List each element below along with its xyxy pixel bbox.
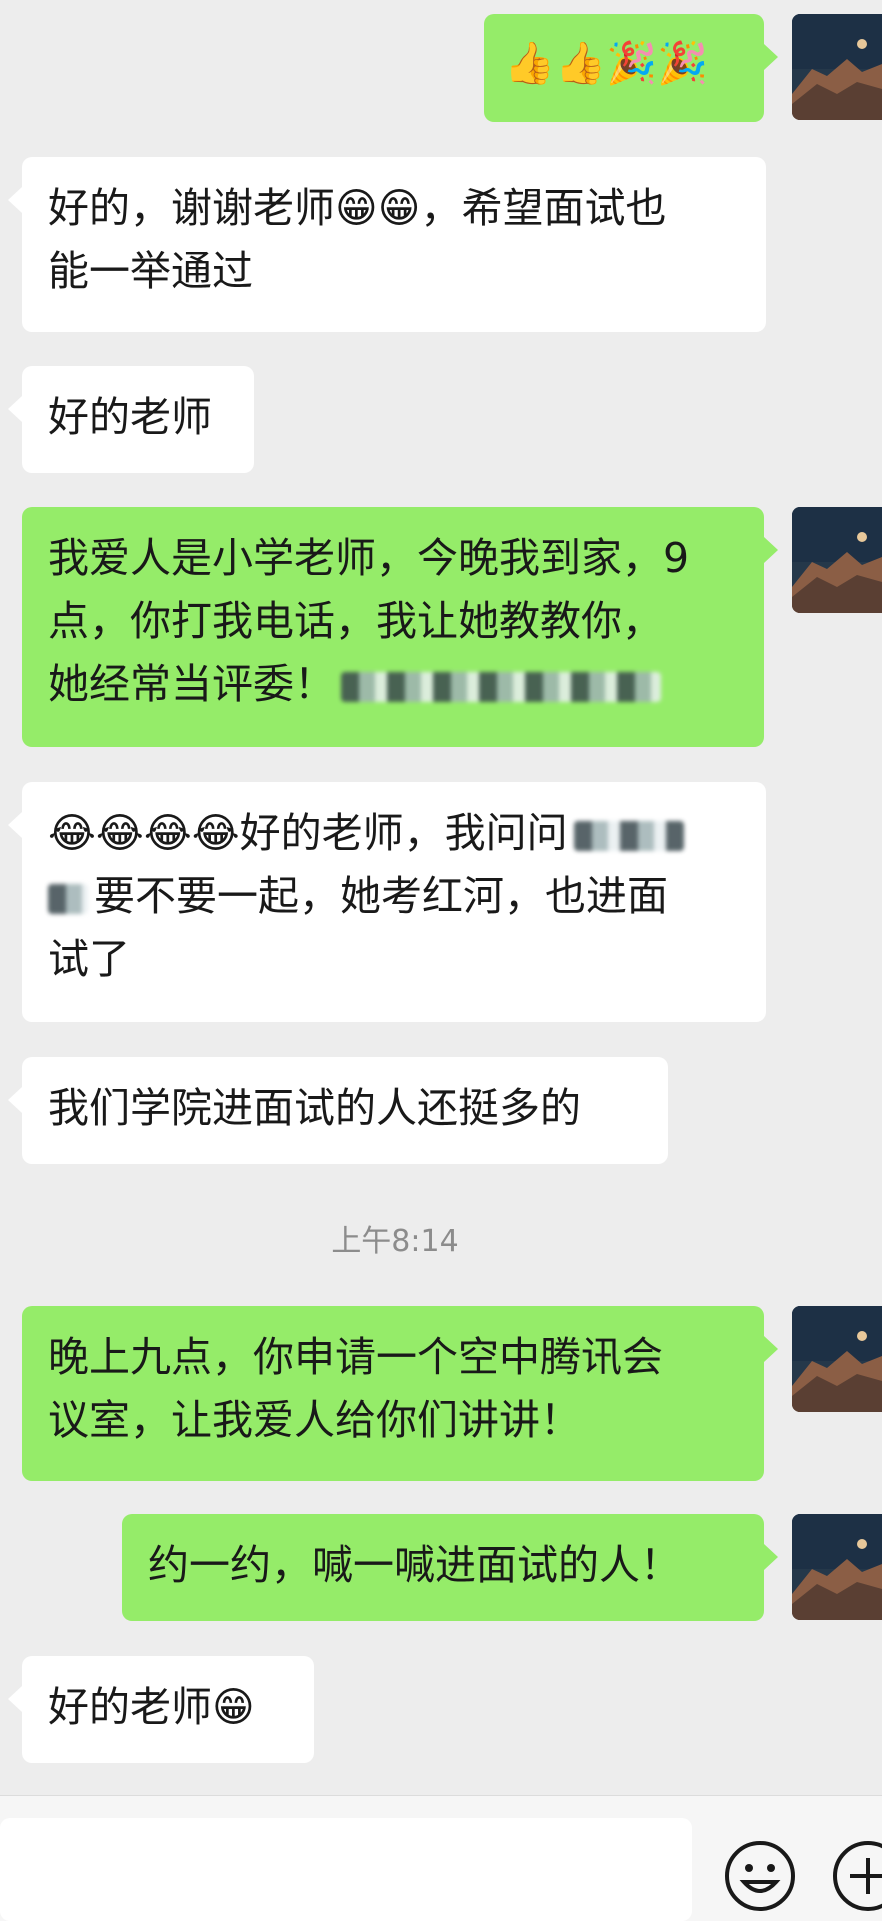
message-text: 晚上九点，你申请一个空中腾讯会 (48, 1333, 663, 1381)
message-bubble-incoming[interactable]: 好的老师😁 (8, 1656, 314, 1763)
message-text: 试了 (48, 935, 130, 983)
message-text: 我爱人是小学老师，今晚我到家，9 (48, 534, 690, 582)
message-bubble-outgoing[interactable]: 约一约，喊一喊进面试的人！ (122, 1514, 778, 1621)
mountain-avatar-icon (792, 1514, 882, 1620)
message-bubble-outgoing[interactable]: 👍👍🎉🎉 (484, 14, 778, 122)
message-text: 好的老师，我问问 (239, 809, 568, 857)
tears-of-joy-emojis: 😂😂😂😂 (48, 809, 240, 857)
message-bubble-outgoing[interactable]: 晚上九点，你申请一个空中腾讯会 议室，让我爱人给你们讲讲！ (22, 1306, 778, 1481)
redacted-text (573, 821, 684, 851)
message-input[interactable] (0, 1818, 692, 1921)
mountain-avatar-icon (792, 14, 882, 120)
message-bubble-incoming[interactable]: 好的老师 (8, 366, 254, 473)
plus-icon[interactable] (830, 1838, 882, 1914)
redacted-text (48, 884, 88, 914)
avatar[interactable] (792, 14, 882, 120)
timestamp-divider: 上午8:14 (331, 1224, 459, 1259)
redacted-text (341, 672, 661, 702)
message-text: 能一举通过 (48, 247, 253, 295)
message-text: 好的，谢谢老师 (48, 184, 335, 232)
smiley-icon[interactable] (722, 1838, 798, 1914)
mountain-avatar-icon (792, 1306, 882, 1412)
message-text: 好的老师 (48, 393, 212, 441)
input-bar (0, 1795, 882, 1921)
message-text: 点，你打我电话，我让她教教你， (48, 597, 663, 645)
grin-emojis: 😁😁 (335, 184, 421, 232)
message-text: 约一约，喊一喊进面试的人！ (148, 1541, 681, 1589)
message-text: ，希望面试也 (420, 184, 667, 232)
message-bubble-incoming[interactable]: 😂😂😂😂好的老师，我问问 要不要一起，她考红河，也进面 试了 (8, 782, 766, 1022)
message-text: 议室，让我爱人给你们讲讲！ (48, 1396, 581, 1444)
message-text: 她经常当评委！ (48, 660, 335, 708)
mountain-avatar-icon (792, 507, 882, 613)
avatar[interactable] (792, 1306, 882, 1412)
message-text: 要不要一起，她考红河，也进面 (94, 872, 668, 920)
message-bubble-incoming[interactable]: 好的，谢谢老师😁😁，希望面试也 能一举通过 (8, 157, 766, 332)
avatar[interactable] (792, 507, 882, 613)
message-text: 好的老师 (48, 1683, 212, 1731)
grin-emoji: 😁 (212, 1683, 255, 1731)
message-text: 我们学院进面试的人还挺多的 (48, 1084, 581, 1132)
avatar[interactable] (792, 1514, 882, 1620)
message-bubble-outgoing[interactable]: 我爱人是小学老师，今晚我到家，9 点，你打我电话，我让她教教你， 她经常当评委！ (22, 507, 778, 747)
message-bubble-incoming[interactable]: 我们学院进面试的人还挺多的 (8, 1057, 668, 1164)
thumbs-party-emojis: 👍👍🎉🎉 (504, 39, 709, 87)
